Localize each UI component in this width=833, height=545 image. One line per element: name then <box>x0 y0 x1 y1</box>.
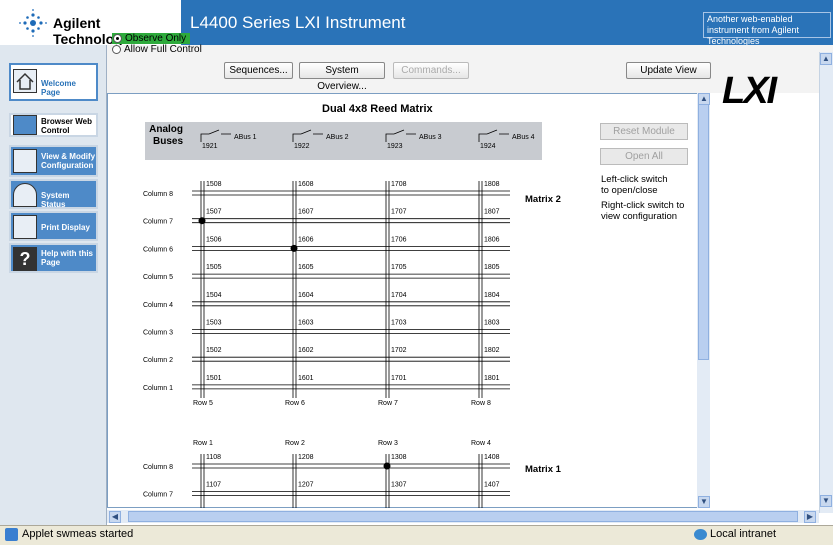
bus-channel-number: 1922 <box>294 143 310 150</box>
channel-number: 1707 <box>391 209 407 216</box>
closed-switch-dot[interactable] <box>198 217 206 225</box>
status-text: Applet swmeas started <box>22 528 134 540</box>
channel-number: 1307 <box>391 482 407 489</box>
channel-number: 1207 <box>298 482 314 489</box>
channel-number: 1108 <box>206 454 221 461</box>
column-label: Column 2 <box>143 357 173 364</box>
channel-number: 1208 <box>298 454 314 461</box>
channel-number: 1706 <box>391 236 407 243</box>
bus-switch-icon[interactable] <box>200 129 231 142</box>
row-label: Row 3 <box>378 440 398 447</box>
column-label: Column 7 <box>143 492 173 499</box>
column-label: Column 6 <box>143 246 173 253</box>
intranet-globe-icon <box>694 529 707 540</box>
channel-number: 1607 <box>298 209 314 216</box>
channel-number: 1808 <box>484 181 500 188</box>
row-label: Row 6 <box>285 400 305 407</box>
security-zone-text: Local intranet <box>710 528 777 540</box>
column-label: Column 1 <box>143 385 173 392</box>
column-label: Column 3 <box>143 330 173 337</box>
channel-number: 1601 <box>298 375 314 382</box>
applet-icon <box>5 528 18 541</box>
channel-number: 1803 <box>484 320 500 327</box>
channel-number: 1505 <box>206 264 222 271</box>
channel-number: 1107 <box>206 482 221 489</box>
column-label: Column 8 <box>143 464 173 471</box>
page-scroll-up-arrow-icon[interactable]: ▲ <box>820 53 832 65</box>
column-label: Column 4 <box>143 302 173 309</box>
inner-vertical-scroll-thumb[interactable] <box>698 104 709 360</box>
bus-name: ABus 3 <box>419 134 442 141</box>
channel-number: 1506 <box>206 236 222 243</box>
channel-number: 1703 <box>391 320 407 327</box>
channel-number: 1602 <box>298 347 314 354</box>
channel-number: 1606 <box>298 236 314 243</box>
column-label: Column 5 <box>143 274 173 281</box>
row-label: Row 2 <box>285 440 305 447</box>
bus-name: ABus 4 <box>512 134 535 141</box>
channel-number: 1608 <box>298 181 314 188</box>
channel-number: 1705 <box>391 264 407 271</box>
bus-channel-number: 1924 <box>480 143 496 150</box>
channel-number: 1507 <box>206 209 222 216</box>
scroll-left-arrow-icon[interactable]: ◀ <box>109 511 121 523</box>
bus-switch-icon[interactable] <box>478 129 509 142</box>
scroll-down-arrow-icon[interactable]: ▼ <box>698 496 710 508</box>
row-label: Row 1 <box>193 440 213 447</box>
channel-number: 1806 <box>484 236 500 243</box>
channel-number: 1408 <box>484 454 500 461</box>
row-label: Row 7 <box>378 400 398 407</box>
channel-number: 1701 <box>391 375 407 382</box>
bus-channel-number: 1923 <box>387 143 403 150</box>
channel-number: 1508 <box>206 181 222 188</box>
channel-number: 1708 <box>391 181 407 188</box>
page-vertical-scrollbar[interactable] <box>819 52 833 513</box>
channel-number: 1605 <box>298 264 314 271</box>
channel-number: 1801 <box>484 375 500 382</box>
bus-name: ABus 1 <box>234 134 257 141</box>
channel-number: 1503 <box>206 320 222 327</box>
bus-channel-number: 1921 <box>202 143 218 150</box>
channel-number: 1704 <box>391 292 407 299</box>
channel-number: 1504 <box>206 292 222 299</box>
row-label: Row 5 <box>193 400 213 407</box>
channel-number: 1407 <box>484 482 500 489</box>
row-label: Row 4 <box>471 440 491 447</box>
channel-number: 1804 <box>484 292 500 299</box>
scroll-right-arrow-icon[interactable]: ▶ <box>804 511 816 523</box>
bus-switch-icon[interactable] <box>292 129 323 142</box>
closed-switch-dot[interactable] <box>383 462 391 470</box>
channel-number: 1604 <box>298 292 314 299</box>
horizontal-scroll-thumb[interactable] <box>128 511 798 522</box>
channel-number: 1805 <box>484 264 500 271</box>
channel-number: 1702 <box>391 347 407 354</box>
bus-switch-icon[interactable] <box>385 129 416 142</box>
channel-number: 1603 <box>298 320 314 327</box>
channel-number: 1807 <box>484 209 500 216</box>
bus-name: ABus 2 <box>326 134 349 141</box>
scroll-up-arrow-icon[interactable]: ▲ <box>698 93 710 105</box>
column-label: Column 7 <box>143 219 173 226</box>
channel-number: 1802 <box>484 347 500 354</box>
closed-switch-dot[interactable] <box>290 244 298 252</box>
page-scroll-down-arrow-icon[interactable]: ▼ <box>820 495 832 507</box>
row-label: Row 8 <box>471 400 491 407</box>
channel-number: 1308 <box>391 454 407 461</box>
channel-number: 1502 <box>206 347 222 354</box>
column-label: Column 8 <box>143 191 173 198</box>
channel-number: 1501 <box>206 375 222 382</box>
